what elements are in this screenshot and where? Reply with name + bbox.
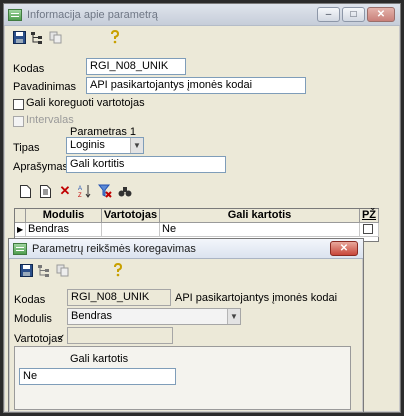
parameter-info-titlebar[interactable]: Informacija apie parametrą – □ ✕ [4, 4, 400, 26]
grid-cell-gali-kartotis[interactable]: Ne [160, 223, 360, 237]
pavadinimas-label: Pavadinimas [13, 81, 76, 93]
dialog-toolbar [19, 263, 125, 277]
aprasymas-label: Aprašymas [13, 161, 69, 173]
vartotojas-label: Vartotojas [14, 333, 63, 345]
aprasymas-field[interactable]: Gali kortitis [66, 156, 226, 173]
parameter-edit-dialog: Parametrų reikšmės koregavimas ✕ Kodas R… [8, 238, 364, 413]
gali-koreguoti-label: Gali koreguoti vartotojas [26, 97, 145, 109]
help-icon[interactable] [111, 263, 125, 277]
values-grid: Modulis Vartotojas Gali kartotis PŽ ▶ Be… [14, 208, 379, 242]
svg-text:Z: Z [78, 193, 82, 198]
window-title: Informacija apie parametrą [27, 8, 158, 21]
pavadinimas-field[interactable]: API pasikartojantys įmonės kodai [86, 77, 306, 94]
kodas-field: RGI_N08_UNIK [67, 289, 171, 306]
kodas-description: API pasikartojantys įmonės kodai [175, 292, 338, 304]
tree-icon[interactable] [37, 263, 51, 277]
modulis-label: Modulis [14, 313, 52, 325]
parameter-edit-titlebar[interactable]: Parametrų reikšmės koregavimas ✕ [9, 239, 363, 259]
chevron-down-icon[interactable]: ▼ [227, 309, 240, 324]
minimize-button[interactable]: – [317, 7, 340, 22]
edit-icon[interactable] [38, 184, 52, 198]
window-app-icon [13, 242, 27, 255]
chevron-down-icon[interactable]: ▼ [130, 138, 143, 153]
grid-cell-pz[interactable] [360, 223, 379, 237]
checkmark-icon: ✓ [57, 333, 66, 344]
vartotojas-field [67, 327, 173, 344]
gali-kartotis-group: Gali kartotis Ne [14, 346, 351, 410]
tipas-label: Tipas [13, 142, 40, 154]
sort-icon[interactable]: AZ [78, 184, 92, 198]
find-icon[interactable] [118, 184, 132, 198]
window-app-icon [8, 8, 22, 21]
gali-koreguoti-checkbox[interactable] [13, 99, 24, 110]
kodas-label: Kodas [14, 294, 46, 306]
copy-icon[interactable] [48, 30, 62, 44]
column-header-vartotojas[interactable]: Vartotojas [102, 209, 160, 223]
tipas-value: Loginis [70, 139, 105, 151]
new-icon[interactable] [18, 184, 32, 198]
gali-kartotis-field[interactable]: Ne [19, 368, 176, 385]
kodas-label: Kodas [13, 63, 45, 75]
delete-icon[interactable]: ✕ [58, 184, 72, 198]
dialog-title: Parametrų reikšmės koregavimas [32, 242, 196, 255]
grid-cell-modulis[interactable]: Bendras [26, 223, 102, 237]
tipas-dropdown[interactable]: Loginis ▼ [66, 137, 144, 154]
save-icon[interactable] [19, 263, 33, 277]
kodas-field[interactable]: RGI_N08_UNIK [86, 58, 186, 75]
tree-icon[interactable] [30, 30, 44, 44]
intervalas-label: Intervalas [26, 114, 74, 126]
filter-remove-icon[interactable] [98, 184, 112, 198]
svg-text:A: A [78, 186, 82, 192]
grid-toolbar: ✕ AZ [18, 184, 132, 198]
row-indicator: ▶ [15, 223, 26, 237]
intervalas-checkbox [13, 116, 24, 127]
main-toolbar [12, 30, 122, 44]
copy-icon[interactable] [55, 263, 69, 277]
modulis-dropdown[interactable]: Bendras ▼ [67, 308, 241, 325]
gali-kartotis-label: Gali kartotis [70, 353, 129, 365]
maximize-button[interactable]: □ [342, 7, 365, 22]
pz-checkbox[interactable] [363, 224, 373, 234]
grid-cell-vartotojas[interactable] [102, 223, 160, 237]
grid-corner [15, 209, 26, 223]
column-header-pz[interactable]: PŽ [360, 209, 379, 223]
column-header-modulis[interactable]: Modulis [26, 209, 102, 223]
help-icon[interactable] [108, 30, 122, 44]
column-header-gali-kartotis[interactable]: Gali kartotis [160, 209, 360, 223]
modulis-value: Bendras [71, 310, 112, 322]
close-button[interactable]: ✕ [367, 7, 395, 22]
save-icon[interactable] [12, 30, 26, 44]
close-button[interactable]: ✕ [330, 241, 358, 256]
